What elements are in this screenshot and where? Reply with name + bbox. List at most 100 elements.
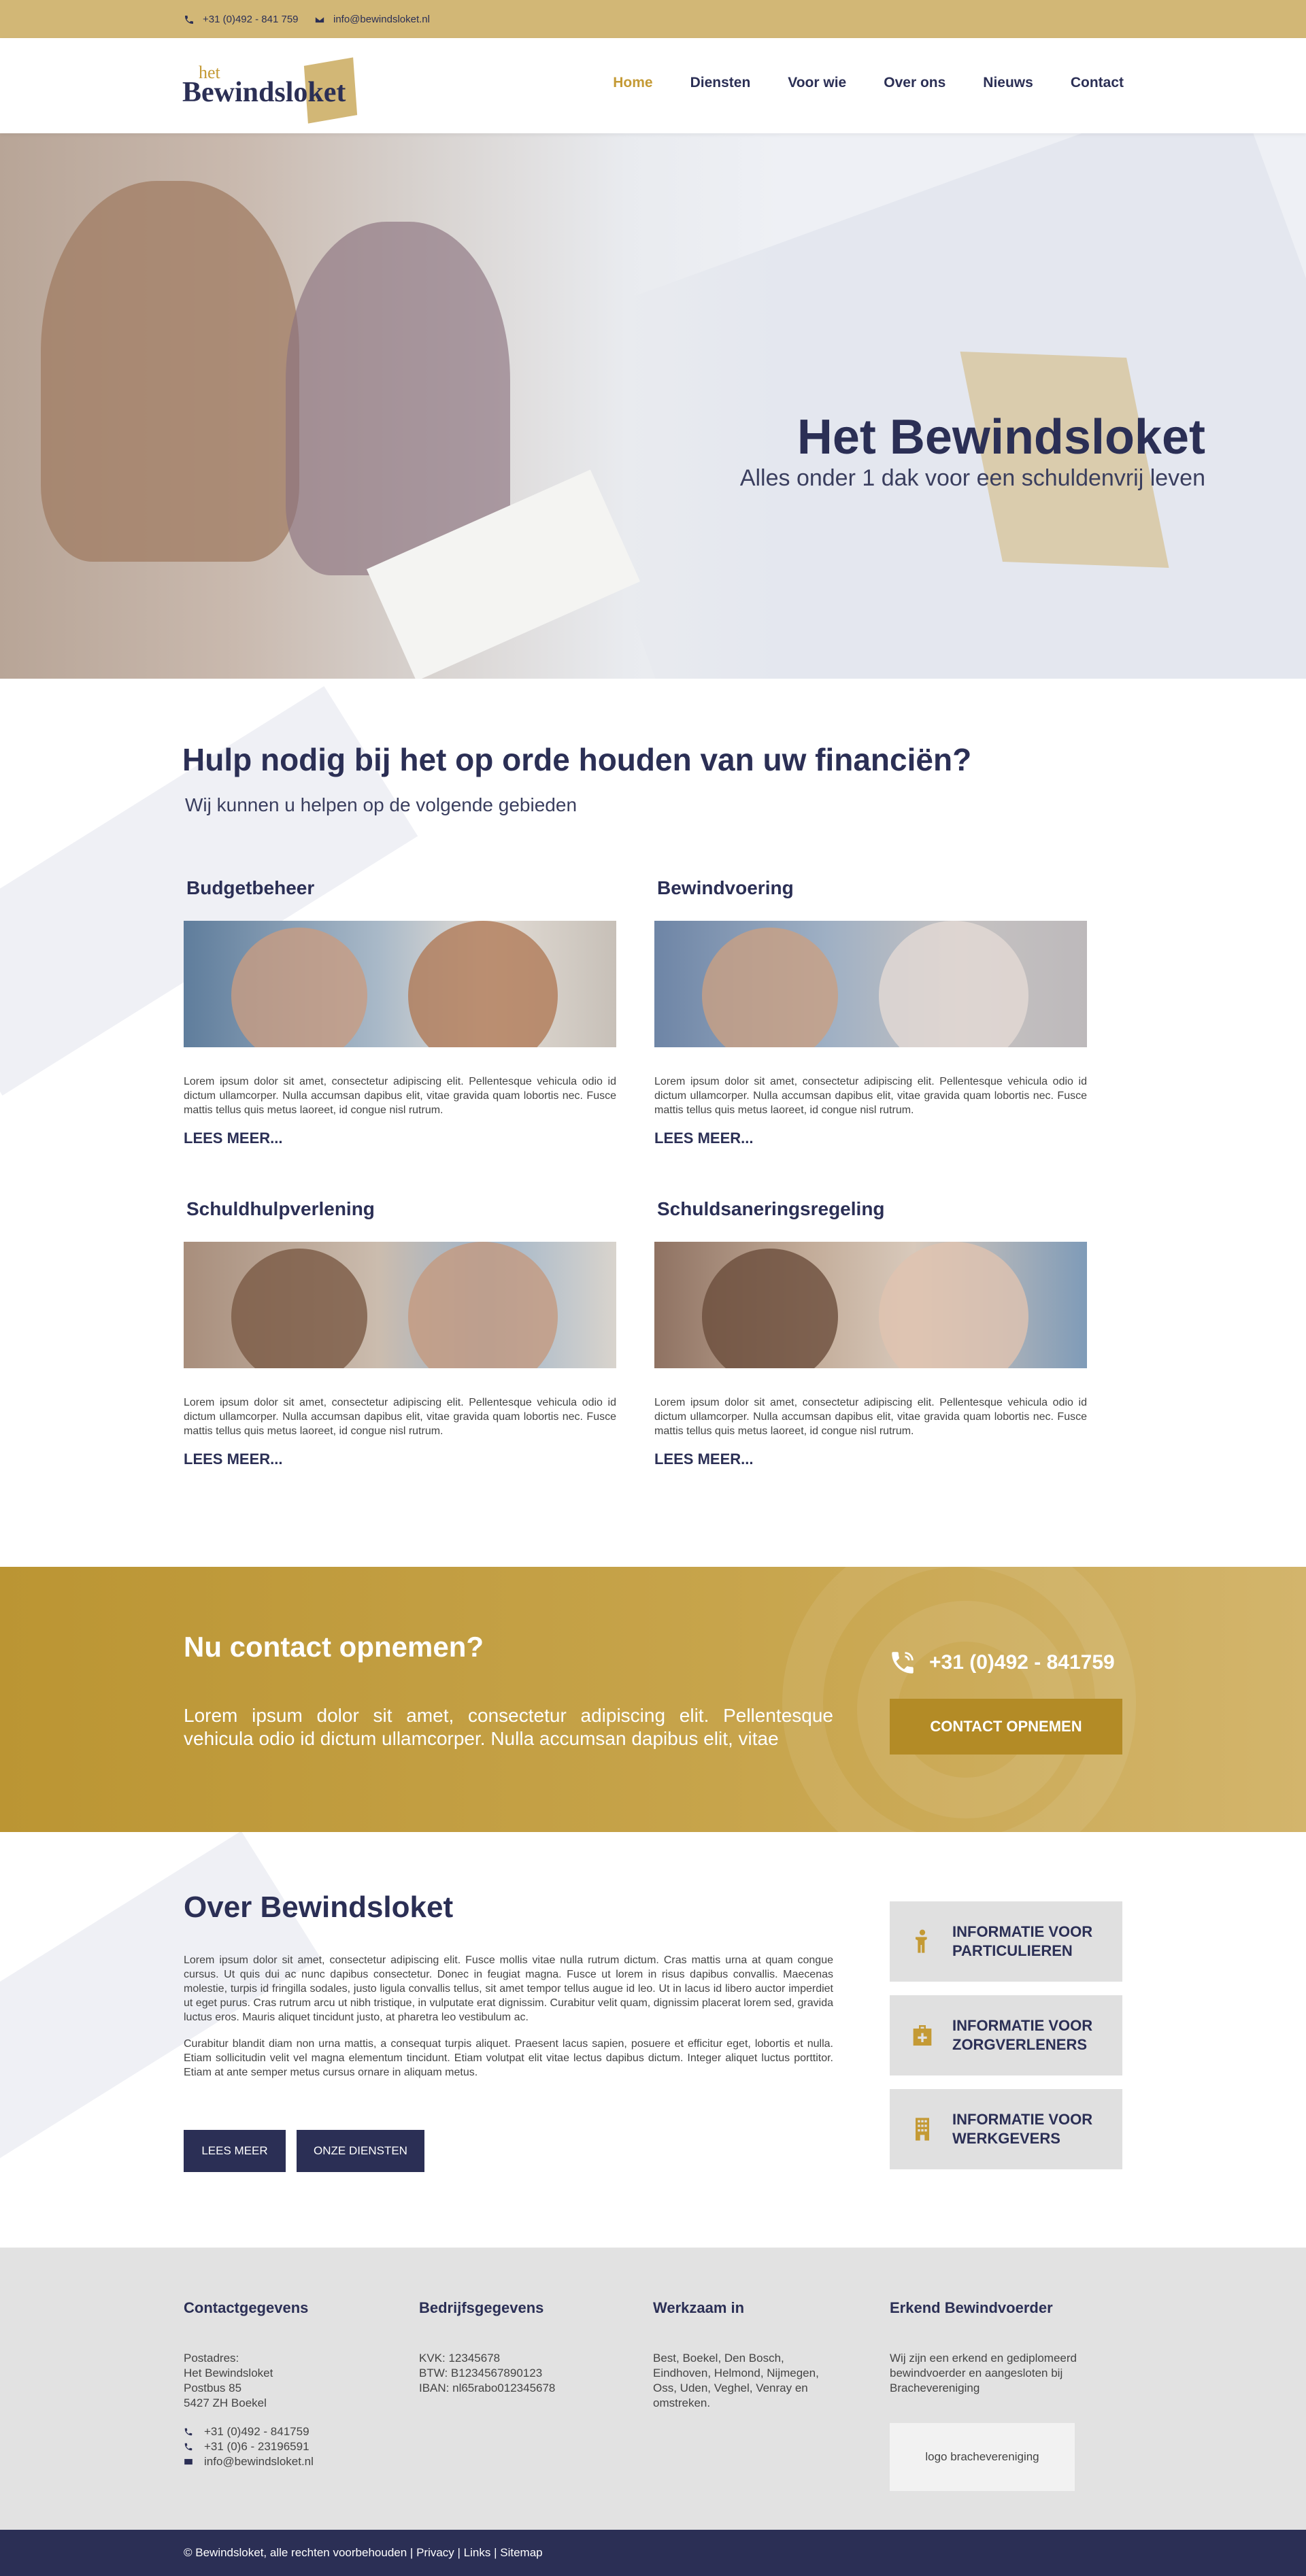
service-card: Bewindvoering Lorem ipsum dolor sit amet…: [654, 877, 1087, 1147]
contact-phone: +31 (0)492 - 841759: [929, 1651, 1115, 1674]
about-paragraph: Curabitur blandit diam non urna mattis, …: [184, 2038, 833, 2078]
hero-photo: [0, 133, 782, 679]
read-more-button[interactable]: LEES MEER: [184, 2130, 286, 2172]
nav-home[interactable]: Home: [613, 75, 652, 91]
nav-diensten[interactable]: Diensten: [690, 75, 751, 91]
info-label: INFORMATIE VOOR PARTICULIEREN: [952, 1923, 1093, 1959]
address-line: Postadres:: [184, 2352, 239, 2365]
read-more-link[interactable]: LEES MEER...: [184, 1130, 616, 1147]
footer-heading: Contactgegevens: [184, 2299, 309, 2316]
site-logo[interactable]: het Bewindsloket: [182, 57, 359, 124]
service-title: Budgetbeheer: [186, 877, 315, 898]
nav-over-ons[interactable]: Over ons: [884, 75, 945, 91]
logo-name: Bewindsloket: [182, 77, 346, 108]
topbar: +31 (0)492 - 841 759 info@bewindsloket.n…: [0, 0, 1306, 38]
footer-region: Werkzaam in Best, Boekel, Den Bosch, Ein…: [653, 2299, 840, 2411]
medical-case-icon: [913, 2025, 932, 2046]
brachevereniging-logo-placeholder: logo brachevereniging: [890, 2423, 1075, 2491]
copyright-line: © Bewindsloket, alle rechten voorbehoude…: [184, 2546, 543, 2559]
contact-button[interactable]: CONTACT OPNEMEN: [890, 1699, 1122, 1755]
service-image-person: [231, 928, 367, 1047]
service-card: Schuldsaneringsregeling Lorem ipsum dolo…: [654, 1198, 1087, 1468]
service-text: Lorem ipsum dolor sit amet, consectetur …: [184, 1076, 616, 1116]
site-header: het Bewindsloket Home Diensten Voor wie …: [0, 38, 1306, 133]
about-paragraph: Lorem ipsum dolor sit amet, consectetur …: [184, 1954, 833, 2023]
footer-email: info@bewindsloket.nl: [204, 2455, 314, 2468]
iban-line: IBAN: nl65rabo012345678: [419, 2382, 556, 2394]
footer-address: Postadres: Het Bewindsloket Postbus 85 5…: [184, 2351, 401, 2411]
read-more-link[interactable]: LEES MEER...: [184, 1451, 616, 1468]
copyright-text: © Bewindsloket, alle rechten voorbehoude…: [184, 2546, 407, 2559]
services-subtitle: Wij kunnen u helpen op de volgende gebie…: [185, 794, 577, 815]
service-image: [184, 921, 616, 1047]
contact-text: Lorem ipsum dolor sit amet, consectetur …: [184, 1705, 833, 1749]
footer-phone2-link[interactable]: +31 (0)6 - 23196591: [184, 2439, 401, 2454]
btw-line: BTW: B1234567890123: [419, 2367, 543, 2379]
privacy-link[interactable]: Privacy: [416, 2546, 454, 2559]
service-image-person: [879, 921, 1028, 1047]
service-text: Lorem ipsum dolor sit amet, consectetur …: [654, 1076, 1087, 1116]
info-zorgverleners-button[interactable]: INFORMATIE VOOR ZORGVERLENERS: [890, 1995, 1122, 2075]
phone-icon: [185, 15, 193, 24]
contact-title: Nu contact opnemen?: [184, 1631, 484, 1663]
read-more-link[interactable]: LEES MEER...: [654, 1451, 1087, 1468]
service-image-person: [702, 1249, 838, 1368]
footer-recognition-text: Wij zijn een erkend en gediplomeerd bewi…: [890, 2352, 1077, 2394]
topbar-phone: +31 (0)492 - 841 759: [203, 14, 299, 25]
service-image-person: [231, 1249, 367, 1368]
our-services-button[interactable]: ONZE DIENSTEN: [297, 2130, 424, 2172]
topbar-phone-link[interactable]: +31 (0)492 - 841 759: [184, 14, 299, 25]
nav-voor-wie[interactable]: Voor wie: [788, 75, 846, 91]
address-line: Het Bewindsloket: [184, 2367, 273, 2379]
footer-region-text: Best, Boekel, Den Bosch, Eindhoven, Helm…: [653, 2352, 819, 2409]
envelope-icon: [184, 2458, 192, 2465]
about-title: Over Bewindsloket: [184, 1891, 454, 1924]
person-icon: [916, 1929, 927, 1953]
service-image: [654, 921, 1087, 1047]
read-more-link[interactable]: LEES MEER...: [654, 1130, 1087, 1147]
address-line: 5427 ZH Boekel: [184, 2396, 267, 2409]
service-title: Schuldsaneringsregeling: [657, 1198, 885, 1219]
footer-contact: Contactgegevens Postadres: Het Bewindslo…: [184, 2299, 401, 2469]
envelope-icon: [314, 16, 325, 23]
service-image: [184, 1242, 616, 1368]
service-text: Lorem ipsum dolor sit amet, consectetur …: [654, 1397, 1087, 1437]
footer-heading: Bedrijfsgegevens: [419, 2299, 544, 2316]
footer-recognition: Erkend Bewindvoerder Wij zijn een erkend…: [890, 2299, 1080, 2491]
services-title: Hulp nodig bij het op orde houden van uw…: [182, 742, 972, 777]
main-nav: Home Diensten Voor wie Over ons Nieuws C…: [613, 75, 1124, 91]
hero-banner: Het Bewindsloket Alles onder 1 dak voor …: [0, 133, 1306, 679]
info-label: INFORMATIE VOOR ZORGVERLENERS: [952, 2017, 1093, 2053]
phone-icon: [184, 2428, 192, 2436]
hero-photo-woman-young: [41, 181, 299, 562]
service-title: Bewindvoering: [657, 877, 794, 898]
footer: Contactgegevens Postadres: Het Bewindslo…: [0, 2248, 1306, 2530]
info-label: INFORMATIE VOOR WERKGEVERS: [952, 2111, 1093, 2147]
nav-contact[interactable]: Contact: [1071, 75, 1124, 91]
service-card: Budgetbeheer Lorem ipsum dolor sit amet,…: [184, 877, 616, 1147]
kvk-line: KVK: 12345678: [419, 2352, 501, 2365]
nav-nieuws[interactable]: Nieuws: [983, 75, 1033, 91]
footer-phone1-link[interactable]: +31 (0)492 - 841759: [184, 2424, 401, 2439]
contact-phone-link[interactable]: +31 (0)492 - 841759: [888, 1648, 1115, 1677]
footer-heading: Erkend Bewindvoerder: [890, 2299, 1053, 2316]
footer-company: Bedrijfsgegevens KVK: 12345678 BTW: B123…: [419, 2299, 637, 2396]
links-link[interactable]: Links: [464, 2546, 491, 2559]
contact-band: Nu contact opnemen? Lorem ipsum dolor si…: [0, 1567, 1306, 1832]
footer-phone1: +31 (0)492 - 841759: [204, 2425, 309, 2438]
topbar-email: info@bewindsloket.nl: [333, 14, 430, 25]
sitemap-link[interactable]: Sitemap: [500, 2546, 542, 2559]
about-text: Lorem ipsum dolor sit amet, consectetur …: [184, 1953, 833, 2080]
info-particulieren-button[interactable]: INFORMATIE VOOR PARTICULIEREN: [890, 1901, 1122, 1982]
topbar-email-link[interactable]: info@bewindsloket.nl: [314, 14, 430, 25]
hero-tagline: Alles onder 1 dak voor een schuldenvrij …: [739, 465, 1205, 491]
service-text: Lorem ipsum dolor sit amet, consectetur …: [184, 1397, 616, 1437]
service-title: Schuldhulpverlening: [186, 1198, 375, 1219]
service-image-person: [879, 1242, 1028, 1368]
footer-phone2: +31 (0)6 - 23196591: [204, 2440, 309, 2453]
building-icon: [916, 2118, 929, 2141]
info-werkgevers-button[interactable]: INFORMATIE VOOR WERKGEVERS: [890, 2089, 1122, 2169]
service-image-person: [702, 928, 838, 1047]
footer-email-link[interactable]: info@bewindsloket.nl: [184, 2454, 401, 2469]
service-card: Schuldhulpverlening Lorem ipsum dolor si…: [184, 1198, 616, 1468]
